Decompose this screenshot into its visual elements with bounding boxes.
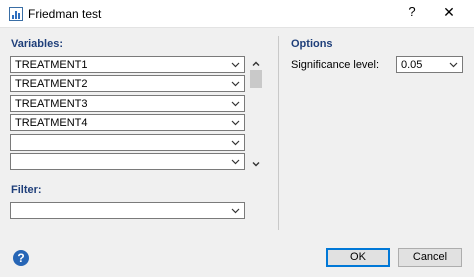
filter-title: Filter: (11, 184, 42, 196)
options-title: Options (291, 38, 333, 50)
close-button[interactable]: ✕ (429, 4, 469, 24)
scroll-up-icon[interactable] (250, 58, 262, 70)
window-title: Friedman test (28, 7, 102, 21)
scrollbar-thumb[interactable] (250, 70, 262, 88)
ok-button[interactable]: OK (326, 248, 390, 267)
help-button[interactable]: ? (13, 250, 29, 266)
help-title-button[interactable]: ? (405, 4, 419, 19)
variable-value: TREATMENT1 (15, 59, 88, 71)
variable-select-3[interactable]: TREATMENT3 (10, 95, 245, 112)
variable-select-4[interactable]: TREATMENT4 (10, 114, 245, 131)
variable-value: TREATMENT4 (15, 117, 88, 129)
scroll-down-icon[interactable] (250, 158, 262, 170)
filter-select[interactable] (10, 202, 245, 219)
title-bar: Friedman test ? ✕ (0, 0, 474, 28)
chevron-down-icon (230, 136, 241, 149)
chevron-down-icon (230, 97, 241, 110)
variable-value: TREATMENT3 (15, 98, 88, 110)
cancel-button[interactable]: Cancel (398, 248, 462, 267)
variable-select-2[interactable]: TREATMENT2 (10, 75, 245, 92)
variable-value: TREATMENT2 (15, 78, 88, 90)
chart-icon (9, 7, 23, 21)
significance-value: 0.05 (401, 59, 423, 71)
variable-select-6[interactable] (10, 153, 245, 170)
significance-select[interactable]: 0.05 (396, 56, 463, 73)
variable-select-5[interactable] (10, 134, 245, 151)
significance-label: Significance level: (291, 59, 380, 71)
chevron-down-icon (230, 77, 241, 90)
variable-select-1[interactable]: TREATMENT1 (10, 56, 245, 73)
variables-title: Variables: (11, 38, 63, 50)
section-divider (278, 36, 279, 230)
chevron-down-icon (230, 116, 241, 129)
chevron-down-icon (230, 58, 241, 71)
chevron-down-icon (230, 204, 241, 217)
chevron-down-icon (230, 155, 241, 168)
chevron-down-icon (448, 58, 459, 71)
